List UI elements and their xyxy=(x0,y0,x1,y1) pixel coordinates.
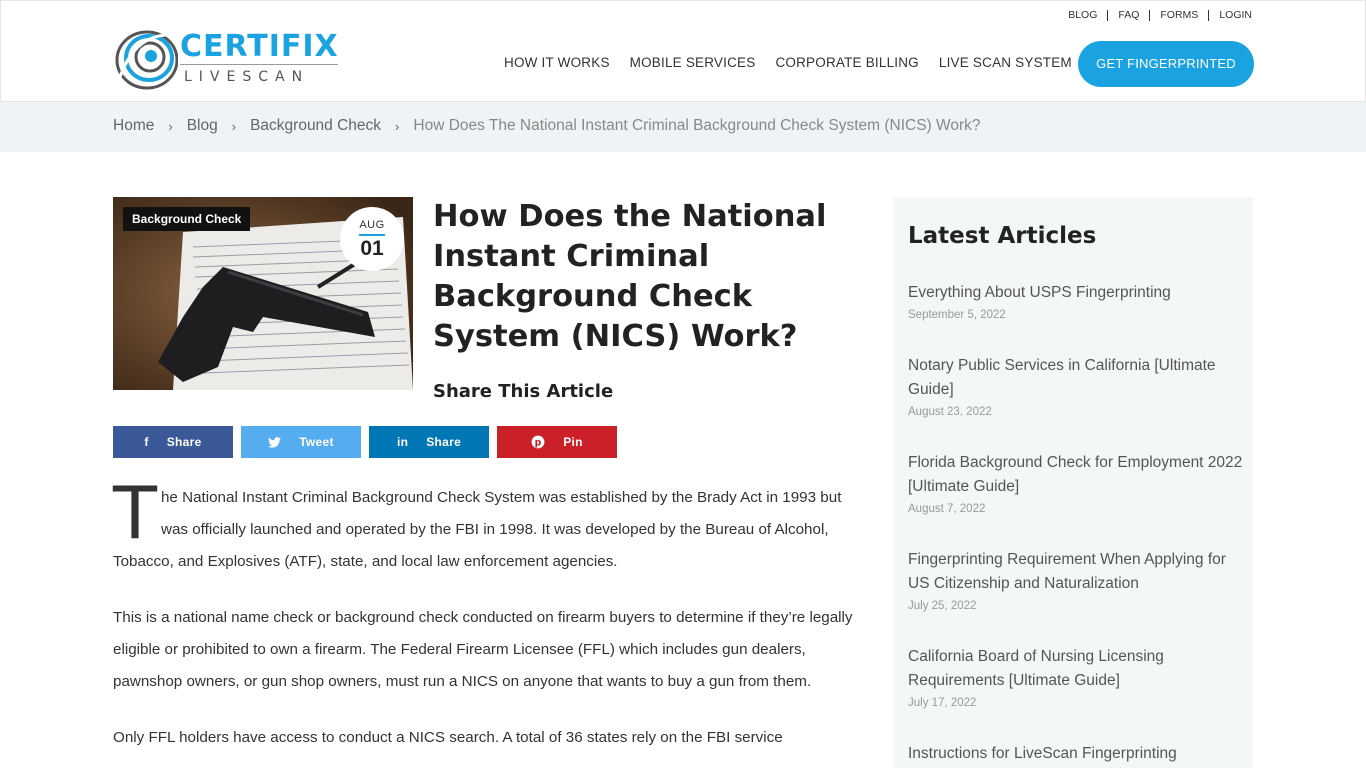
nav-mobile-services[interactable]: MOBILE SERVICES xyxy=(630,55,756,70)
paragraph-text: he National Instant Criminal Background … xyxy=(113,489,842,570)
site-header: CERTIFIX LIVESCAN BLOG FAQ FORMS LOGIN H… xyxy=(0,0,1366,102)
breadcrumb-bar: Home › Blog › Background Check › How Doe… xyxy=(0,102,1366,152)
category-badge[interactable]: Background Check xyxy=(123,207,251,231)
sidebar-article[interactable]: Notary Public Services in California [Ul… xyxy=(908,354,1243,418)
sidebar-article-date: July 17, 2022 xyxy=(908,697,977,709)
sidebar-article-title[interactable]: Notary Public Services in California [Ul… xyxy=(908,354,1243,402)
date-badge: AUG 01 xyxy=(340,207,404,271)
linkedin-share-label: Share xyxy=(426,435,462,449)
sidebar-article-date: July 25, 2022 xyxy=(908,600,977,612)
facebook-icon: f xyxy=(144,435,149,449)
sidebar-article-title[interactable]: Florida Background Check for Employment … xyxy=(908,451,1243,499)
toplink-blog[interactable]: BLOG xyxy=(1058,10,1109,21)
twitter-icon xyxy=(268,436,282,448)
breadcrumb-home[interactable]: Home xyxy=(113,117,154,137)
article-paragraph: Only FFL holders have access to conduct … xyxy=(113,729,783,746)
nav-live-scan-system[interactable]: LIVE SCAN SYSTEM xyxy=(939,55,1072,70)
linkedin-share-button[interactable]: in Share xyxy=(369,426,489,458)
toplink-login[interactable]: LOGIN xyxy=(1209,10,1252,21)
sidebar-article-title[interactable]: Instructions for LiveScan Fingerprinting xyxy=(908,742,1243,766)
pinterest-icon: p xyxy=(531,435,545,449)
pinterest-share-label: Pin xyxy=(563,435,583,449)
sidebar-article[interactable]: Fingerprinting Requirement When Applying… xyxy=(908,548,1243,612)
date-day: 01 xyxy=(360,237,384,260)
twitter-share-button[interactable]: Tweet xyxy=(241,426,361,458)
toplink-forms[interactable]: FORMS xyxy=(1150,10,1210,21)
get-fingerprinted-button[interactable]: GET FINGERPRINTED xyxy=(1078,41,1254,87)
date-month: AUG xyxy=(359,219,385,231)
breadcrumb: Home › Blog › Background Check › How Doe… xyxy=(113,117,981,137)
featured-image[interactable]: Background Check AUG 01 xyxy=(113,197,413,390)
page-title: How Does the National Instant Criminal B… xyxy=(433,199,827,354)
toplink-faq[interactable]: FAQ xyxy=(1108,10,1151,21)
sidebar-article-date: August 23, 2022 xyxy=(908,406,992,418)
sidebar-article-title[interactable]: Everything About USPS Fingerprinting xyxy=(908,281,1243,305)
sidebar-article-date: August 7, 2022 xyxy=(908,503,986,515)
article-paragraph: This is a national name check or backgro… xyxy=(113,609,853,690)
nav-corporate-billing[interactable]: CORPORATE BILLING xyxy=(775,55,918,70)
share-heading: Share This Article xyxy=(433,381,614,402)
facebook-share-label: Share xyxy=(166,435,202,449)
sidebar-article[interactable]: Everything About USPS Fingerprinting Sep… xyxy=(908,281,1243,321)
logo-swirl-icon xyxy=(115,30,178,90)
sidebar-article[interactable]: Florida Background Check for Employment … xyxy=(908,451,1243,515)
logo-divider xyxy=(180,64,338,65)
sidebar-article-title[interactable]: California Board of Nursing Licensing Re… xyxy=(908,645,1243,693)
date-divider xyxy=(359,234,385,236)
article-paragraph: The National Instant Criminal Background… xyxy=(113,471,865,578)
chevron-right-icon: › xyxy=(231,119,237,134)
nav-how-it-works[interactable]: HOW IT WORKS xyxy=(504,55,610,70)
sidebar-article[interactable]: California Board of Nursing Licensing Re… xyxy=(908,645,1243,709)
sidebar-article[interactable]: Instructions for LiveScan Fingerprinting xyxy=(908,742,1243,768)
top-links: BLOG FAQ FORMS LOGIN xyxy=(1058,10,1252,21)
breadcrumb-blog[interactable]: Blog xyxy=(187,117,218,137)
sidebar-latest-articles: Latest Articles Everything About USPS Fi… xyxy=(893,197,1253,768)
svg-text:p: p xyxy=(535,438,542,449)
site-logo[interactable]: CERTIFIX LIVESCAN xyxy=(114,27,344,93)
sidebar-article-date: September 5, 2022 xyxy=(908,309,1006,321)
article-body: The National Instant Criminal Background… xyxy=(113,471,865,768)
chevron-right-icon: › xyxy=(395,119,400,134)
breadcrumb-category[interactable]: Background Check xyxy=(250,117,381,137)
main-nav: HOW IT WORKS MOBILE SERVICES CORPORATE B… xyxy=(504,55,1092,70)
logo-text-livescan: LIVESCAN xyxy=(184,69,310,85)
sidebar-heading: Latest Articles xyxy=(908,223,1097,249)
breadcrumb-current: How Does The National Instant Criminal B… xyxy=(413,117,981,134)
drop-cap: T xyxy=(113,471,157,555)
pinterest-share-button[interactable]: p Pin xyxy=(497,426,617,458)
facebook-share-button[interactable]: f Share xyxy=(113,426,233,458)
chevron-right-icon: › xyxy=(168,119,173,134)
logo-text-certifix: CERTIFIX xyxy=(180,29,339,64)
sidebar-article-title[interactable]: Fingerprinting Requirement When Applying… xyxy=(908,548,1243,596)
linkedin-icon: in xyxy=(396,435,409,449)
twitter-share-label: Tweet xyxy=(299,435,334,449)
share-buttons: f Share Tweet in Share p Pin xyxy=(113,426,625,458)
